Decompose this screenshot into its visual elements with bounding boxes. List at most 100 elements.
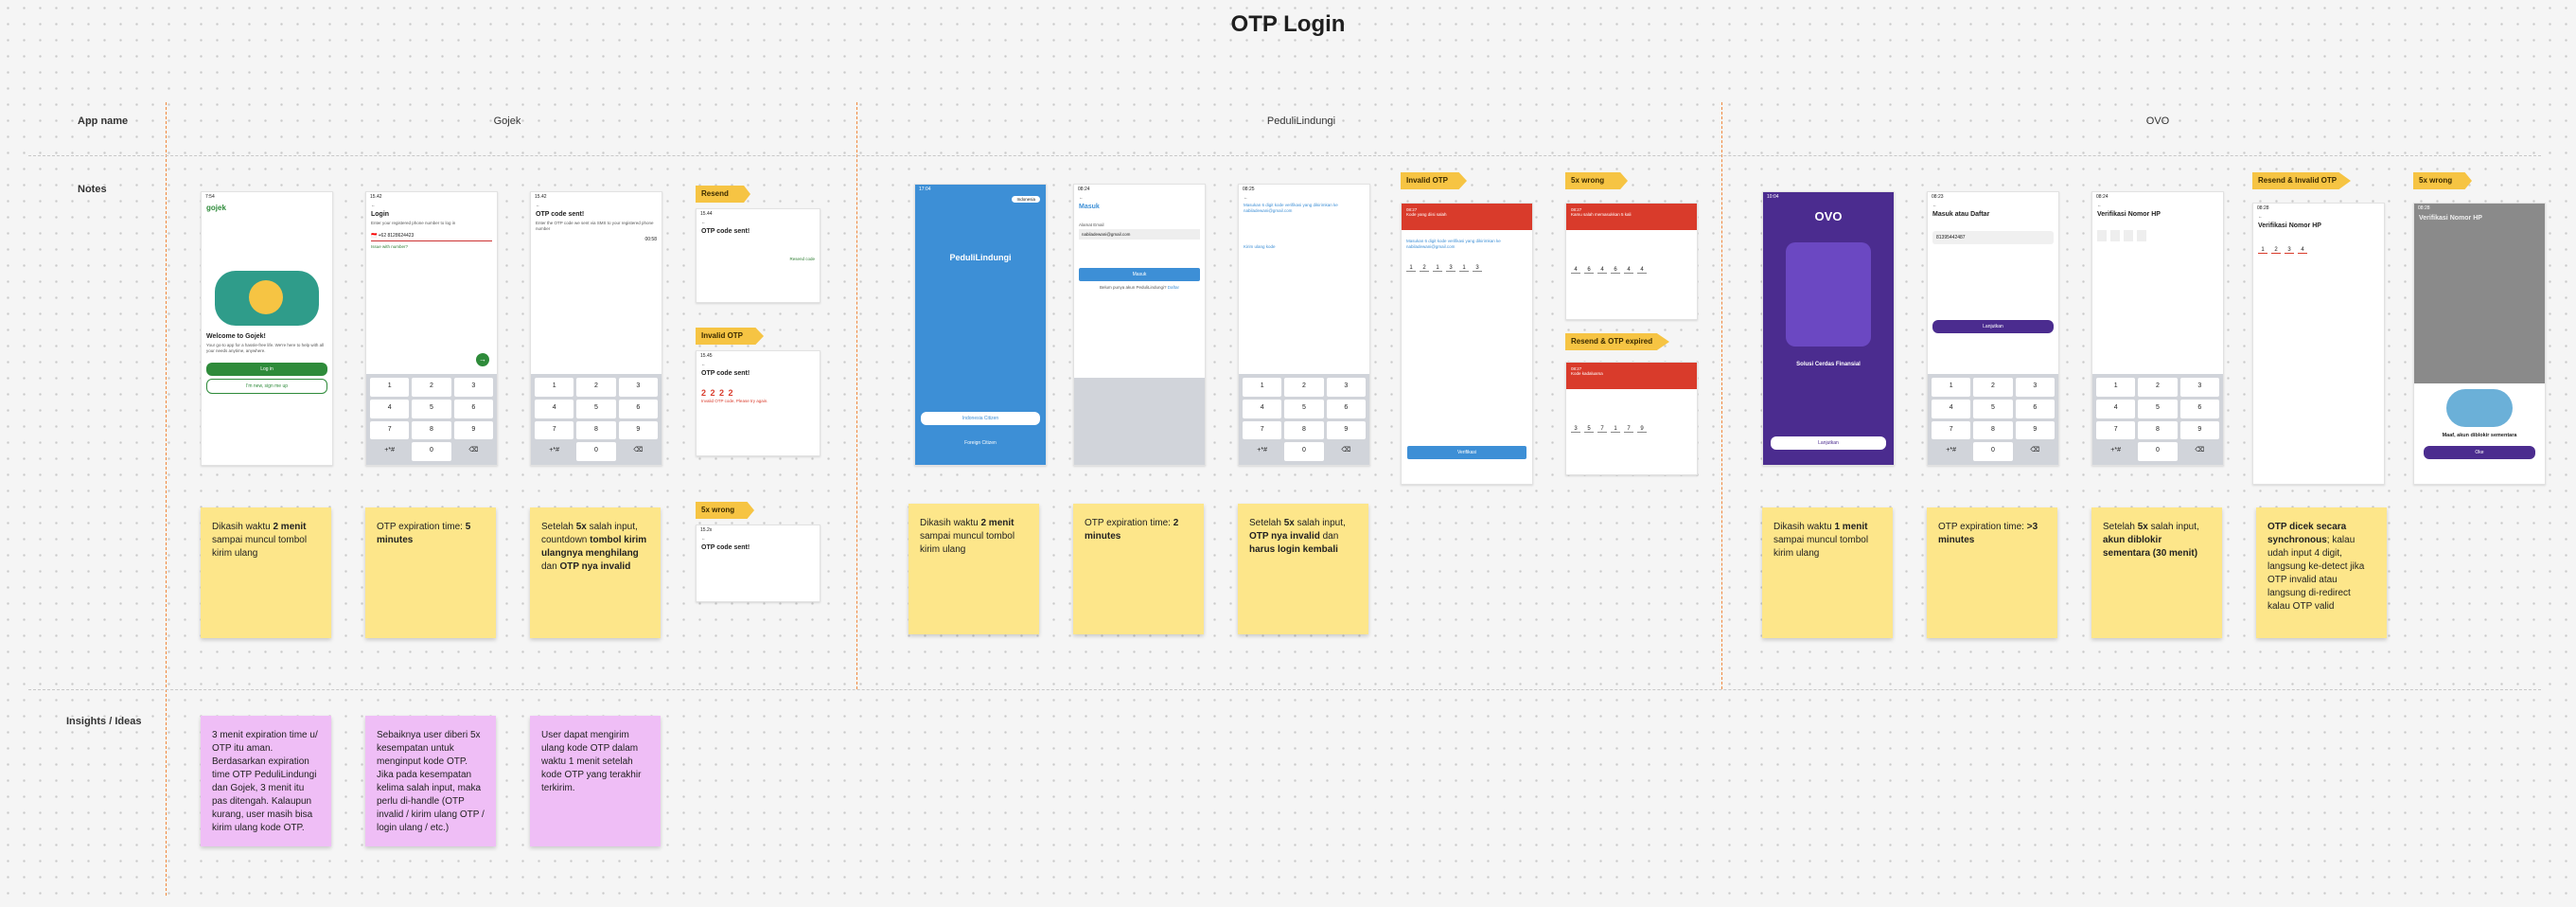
otp-digit[interactable]: 3 [2285,247,2294,254]
key[interactable]: 1 [370,378,410,397]
key[interactable]: 7 [2096,420,2136,440]
key[interactable]: 0 [412,442,451,461]
key[interactable]: 6 [1326,399,1366,418]
key[interactable]: 7 [1243,420,1282,440]
ok-button[interactable]: Oke [2424,446,2535,459]
key[interactable]: 8 [2138,420,2178,440]
key[interactable]: 1 [1932,378,1971,397]
key[interactable]: 7 [535,420,574,440]
otp-digit[interactable]: 4 [1637,267,1647,274]
key[interactable]: 0 [1973,442,2013,461]
otp-digit[interactable]: 6 [1611,267,1620,274]
otp-digit[interactable]: 1 [1611,426,1620,433]
key[interactable]: 4 [1932,399,1971,418]
otp-digit[interactable]: 1 [1459,265,1469,272]
back-arrow-icon[interactable]: ← [366,202,497,209]
key[interactable]: +*# [1243,442,1281,461]
resend-code-link[interactable]: Resend code [697,256,820,262]
key[interactable]: 9 [2015,420,2055,440]
otp-digit[interactable]: 3 [1446,265,1456,272]
otp-digit[interactable]: 3 [1473,265,1482,272]
back-arrow-icon[interactable]: ← [531,202,662,209]
email-input[interactable]: nabiladewani@gmail.com [1079,229,1200,240]
backspace-icon[interactable]: ⌫ [619,442,658,461]
key[interactable]: 8 [576,420,616,440]
issue-number-link[interactable]: Issue with number? [366,243,497,250]
login-button[interactable]: Masuk [1079,268,1200,281]
key[interactable]: 9 [618,420,658,440]
key[interactable]: 1 [2096,378,2136,397]
back-arrow-icon[interactable]: ← [1239,194,1369,202]
foreign-citizen-link[interactable]: Foreign Citizen [915,440,1046,446]
key[interactable]: 3 [453,378,493,397]
key[interactable]: 6 [618,399,658,418]
key[interactable]: +*# [370,442,409,461]
otp-digit[interactable]: 5 [1584,426,1594,433]
key[interactable]: 9 [453,420,493,440]
key[interactable]: 1 [1243,378,1282,397]
backspace-icon[interactable]: ⌫ [454,442,493,461]
key[interactable]: 3 [618,378,658,397]
key[interactable]: 5 [1973,399,2013,418]
otp-digit[interactable]: 7 [1597,426,1607,433]
otp-boxes[interactable] [2092,220,2223,256]
otp-digit[interactable]: 1 [1406,265,1416,272]
otp-digit[interactable]: 4 [2298,247,2307,254]
back-arrow-icon[interactable]: ← [697,361,820,368]
key[interactable]: 0 [1284,442,1324,461]
signup-button[interactable]: I'm new, sign me up [206,379,327,394]
back-arrow-icon[interactable]: ← [1928,202,2058,209]
key[interactable]: 5 [576,399,616,418]
key[interactable]: 3 [2015,378,2055,397]
back-arrow-icon[interactable]: ← [1074,194,1205,202]
otp-digit[interactable]: 7 [1624,426,1633,433]
phone-input[interactable]: 81395442487 [1932,231,2054,244]
key[interactable]: 5 [412,399,451,418]
key[interactable]: 2 [412,378,451,397]
otp-digit[interactable]: 1 [2258,247,2267,254]
next-arrow-icon[interactable]: → [476,353,489,366]
key[interactable]: 1 [535,378,574,397]
key[interactable]: 8 [1284,420,1324,440]
key[interactable]: 6 [453,399,493,418]
back-arrow-icon[interactable]: ← [2253,213,2384,221]
continue-button[interactable]: Lanjutkan [1932,320,2054,333]
key[interactable]: 7 [370,420,410,440]
key[interactable]: 9 [2179,420,2219,440]
key[interactable]: 0 [576,442,616,461]
indonesia-citizen-button[interactable]: Indonesia Citizen [921,412,1040,425]
key[interactable]: +*# [2096,442,2135,461]
key[interactable]: 8 [412,420,451,440]
key[interactable]: 3 [1326,378,1366,397]
otp-digit[interactable]: 1 [1433,265,1442,272]
key[interactable]: 6 [2015,399,2055,418]
key[interactable]: +*# [535,442,573,461]
otp-digit[interactable]: 3 [1571,426,1580,433]
key[interactable]: +*# [1932,442,1970,461]
backspace-icon[interactable]: ⌫ [2016,442,2055,461]
qwerty-keyboard[interactable] [1074,378,1205,465]
key[interactable]: 4 [1243,399,1282,418]
back-arrow-icon[interactable]: ← [697,535,820,542]
key[interactable]: 0 [2138,442,2178,461]
key[interactable]: 2 [576,378,616,397]
key[interactable]: 5 [1284,399,1324,418]
key[interactable]: 2 [2138,378,2178,397]
back-arrow-icon[interactable]: ← [2092,202,2223,209]
otp-digit[interactable]: 9 [1637,426,1647,433]
verify-button[interactable]: Verifikasi [1407,446,1526,459]
otp-digit[interactable]: 2 [2271,247,2281,254]
backspace-icon[interactable]: ⌫ [1327,442,1366,461]
key[interactable]: 2 [1973,378,2013,397]
register-link[interactable]: Daftar [1168,285,1179,290]
back-arrow-icon[interactable]: ← [697,219,820,226]
key[interactable]: 4 [370,399,410,418]
otp-digit[interactable]: 4 [1597,267,1607,274]
otp-digit[interactable]: 4 [1624,267,1633,274]
key[interactable]: 6 [2179,399,2219,418]
phone-input[interactable]: 🇮🇩 +62 8128624423 [371,233,492,241]
key[interactable]: 5 [2138,399,2178,418]
key[interactable]: 7 [1932,420,1971,440]
key[interactable]: 9 [1326,420,1366,440]
resend-code-link[interactable]: Kirim ulang kode [1239,243,1369,250]
